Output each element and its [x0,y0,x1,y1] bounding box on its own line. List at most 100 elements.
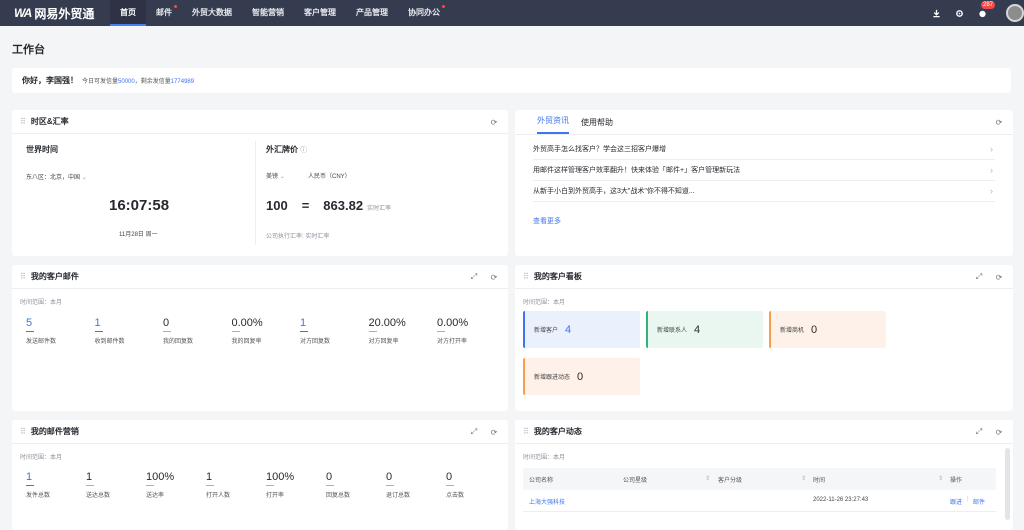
expand-icon[interactable]: ⤢ [973,426,985,438]
stat-item[interactable]: 100% 送达率 [146,471,206,499]
stat-item[interactable]: 1 发件总数 [26,471,86,499]
from-currency-select[interactable]: 美镑 ⌄ [266,171,285,180]
mail-stats: 5 发送邮件数 1 收到邮件数 0 我的回复数 0.00% 我的回复率 1 对方回复数 20.00%… [26,317,496,357]
column-header[interactable]: 操作 [950,475,962,484]
nav-item-5[interactable]: 产品管理 [346,0,398,26]
table-row[interactable]: 上海大强科技 2022-11-26 23:27:43 跟进 | 邮件 [523,490,996,512]
news-item[interactable]: 从新手小白到外贸高手，这3大"战术"你不得不知道... › [533,181,995,202]
stat-item[interactable]: 0.00% 对方打开率 [437,317,497,345]
nav-item-2[interactable]: 外贸大数据 [182,0,242,26]
customer-activity-card: ⠿ 我的客户动态 ⤢ ⟳ 时间范围：本月 公司名称 公司星级 ⇕ 客户分级 ⇕ 时间 ⇕ 操作 … [515,420,1013,530]
drag-handle-icon[interactable]: ⠿ [20,117,26,126]
refresh-icon[interactable]: ⟳ [993,116,1005,128]
stat-item[interactable]: 100% 打开率 [266,471,326,499]
sort-icon[interactable]: ⇕ [705,475,710,482]
company-link[interactable]: 上海大强科技 [529,497,565,506]
column-header[interactable]: 客户分级 [718,475,742,484]
fx-amount: 100 [266,198,288,213]
tab-news-1[interactable]: 使用帮助 [581,117,613,134]
sort-icon[interactable]: ⇕ [801,475,806,482]
tab-news-0[interactable]: 外贸资讯 [537,115,569,134]
stat-value: 1 [94,317,101,329]
board-tile[interactable]: 新增联系人 4 [646,311,763,348]
stat-label: 点击数 [446,493,465,499]
refresh-icon[interactable]: ⟳ [488,116,500,128]
nav-item-label: 外贸大数据 [192,8,232,17]
expand-icon[interactable]: ⤢ [468,426,480,438]
stat-underline [300,331,308,332]
app-logo[interactable]: WA 网易外贸通 [14,5,110,22]
nav-item-0[interactable]: 首页 [110,0,146,26]
refresh-icon[interactable]: ⟳ [488,271,500,283]
mail-link[interactable]: 邮件 [973,497,985,506]
user-avatar[interactable] [1006,4,1024,22]
stat-label: 对方回复率 [368,339,399,345]
logo-mark: WA [14,6,32,20]
nav-item-6[interactable]: 协同办公 [398,0,450,26]
board-tile[interactable]: 新增客户 4 [523,311,640,348]
scrollbar[interactable] [1005,448,1010,520]
stat-item[interactable]: 1 送达总数 [86,471,146,499]
stat-label: 打开人数 [206,493,231,499]
stat-item[interactable]: 1 对方回复数 [300,317,360,345]
nav-item-label: 客户管理 [304,8,336,17]
timezone-value: 东八区：北京，中国 [26,175,81,181]
stat-item[interactable]: 5 发送邮件数 [26,317,86,345]
refresh-icon[interactable]: ⟳ [993,426,1005,438]
stat-item[interactable]: 1 打开人数 [206,471,266,499]
stat-label: 对方打开率 [437,339,468,345]
drag-handle-icon[interactable]: ⠿ [523,272,529,281]
column-header[interactable]: 时间 [813,475,825,484]
greeting-quota-info: 今日可发信量50000，剩余发信量1774989 [82,76,194,85]
drag-handle-icon[interactable]: ⠿ [523,427,529,436]
activity-time: 2022-11-26 23:27:43 [813,497,869,503]
stat-item[interactable]: 0 回复总数 [326,471,386,499]
stat-item[interactable]: 0 点击数 [446,471,506,499]
stat-item[interactable]: 0.00% 我的回复率 [231,317,292,345]
world-time-label: 世界时间 [26,145,58,154]
board-tile[interactable]: 新增跟进动态 0 [523,358,640,395]
column-header[interactable]: 公司星级 [623,475,647,484]
expand-icon[interactable]: ⤢ [973,271,985,283]
stat-item[interactable]: 0 退订总数 [386,471,446,499]
notification-icon[interactable]: 287 [975,1,996,20]
stat-item[interactable]: 0 我的回复数 [163,317,223,345]
divider: | [967,496,969,502]
sort-icon[interactable]: ⇕ [938,475,943,482]
news-item[interactable]: 用邮件这样管理客户效率翻升！快来体验「邮件+」客户管理新玩法 › [533,160,995,181]
stat-item[interactable]: 1 收到邮件数 [94,317,155,345]
page-title: 工作台 [12,44,45,56]
stat-label: 打开率 [266,493,285,499]
refresh-icon[interactable]: ⟳ [993,271,1005,283]
drag-handle-icon[interactable]: ⠿ [20,272,26,281]
nav-item-label: 智能营销 [252,8,284,17]
refresh-icon[interactable]: ⟳ [488,426,500,438]
stat-value: 0 [163,317,170,329]
column-header[interactable]: 公司名称 [529,475,553,484]
stat-underline [368,331,377,332]
stat-underline [86,485,94,486]
tile-label: 新增客户 [534,328,559,334]
stat-item[interactable]: 20.00% 对方回复率 [368,317,429,345]
nav-item-1[interactable]: 邮件 [146,0,182,26]
stat-underline [94,331,103,332]
fx-title-text: 外汇牌价 [266,145,298,154]
chevron-right-icon: › [990,186,993,196]
nav-item-3[interactable]: 智能营销 [242,0,294,26]
more-link[interactable]: 查看更多 [533,216,561,226]
stat-underline [231,331,240,332]
drag-handle-icon[interactable]: ⠿ [20,427,26,436]
time-range-label: 时间范围：本月 [523,455,566,461]
board-tile[interactable]: 新增商机 0 [769,311,886,348]
help-icon[interactable]: ⓘ [300,147,307,154]
expand-icon[interactable]: ⤢ [468,271,480,283]
card-title: 时区&汇率 [30,117,69,126]
card-title: 我的邮件营销 [30,427,79,436]
settings-gear-icon[interactable] [952,6,966,20]
timezone-select[interactable]: 东八区：北京，中国 ⌄ [26,172,87,181]
follow-up-link[interactable]: 跟进 [950,497,962,506]
news-item[interactable]: 外贸高手怎么找客户？学会这三招客户爆增 › [533,139,995,160]
nav-item-4[interactable]: 客户管理 [294,0,346,26]
download-icon[interactable] [929,6,943,20]
card-header: ⠿ 我的客户邮件 ⤢ ⟳ [12,265,508,289]
